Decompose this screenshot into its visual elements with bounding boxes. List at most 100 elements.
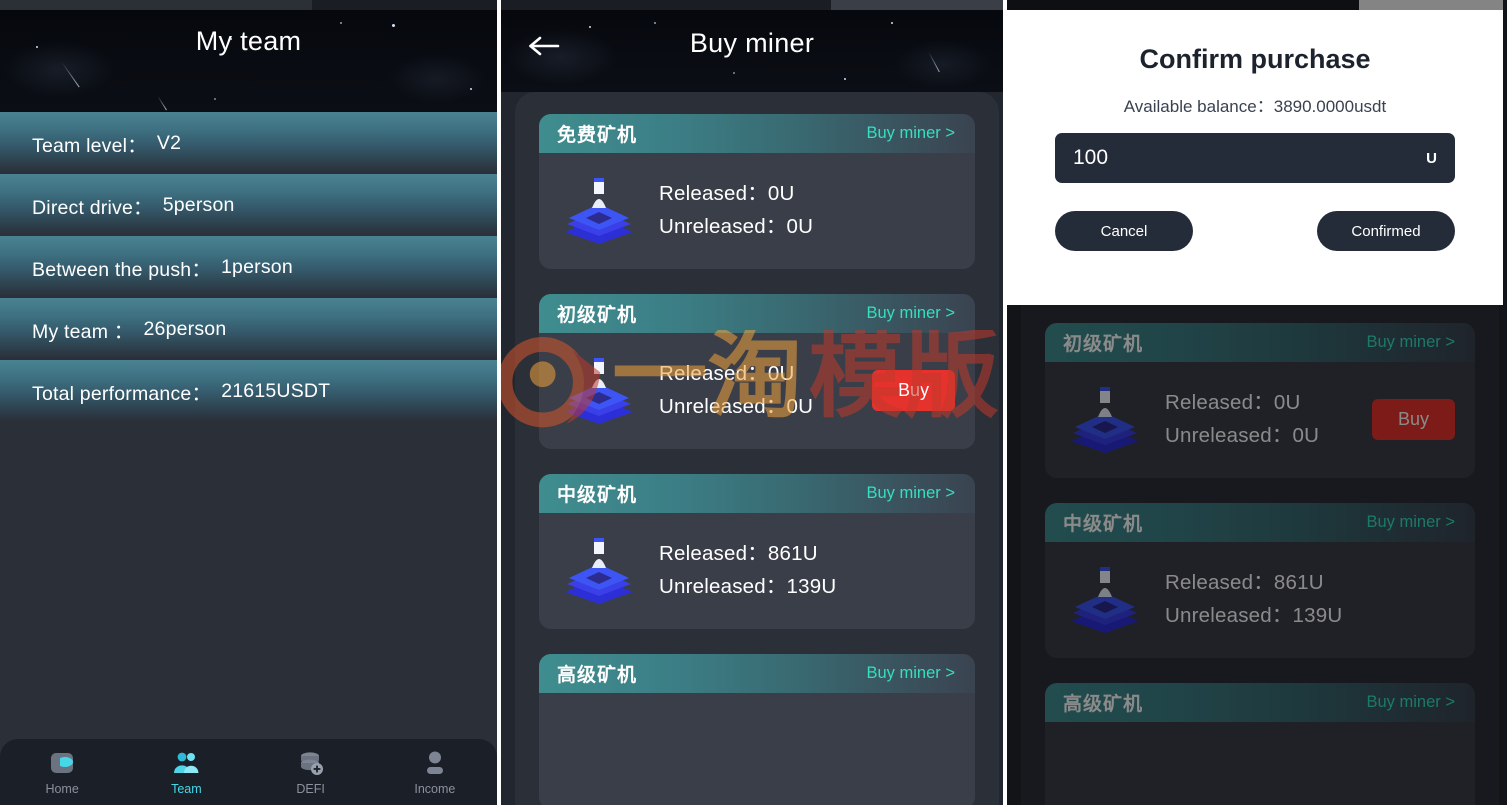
team-stat-row: Total performance： 21615USDT [0,360,497,422]
miner-name: 初级矿机 [1063,334,1144,355]
miner-card-body [1045,722,1475,805]
miner-card-header: 高级矿机 Buy miner > [539,654,975,693]
tab-home[interactable]: Home [0,748,124,796]
team-stat-row: Team level： V2 [0,112,497,174]
team-stat-value: 5person [162,193,235,216]
team-stat-row: Direct drive： 5person [0,174,497,236]
team-stat-label: My team ： [32,320,134,343]
miner-name: 初级矿机 [557,305,638,326]
unreleased-value: 0U [786,395,814,418]
team-stat-label: Team level： [32,134,147,157]
buy-miner-link[interactable]: Buy miner > [867,664,956,683]
released-value: 861U [1273,570,1324,594]
miner-stats: Released：861U Unreleased：139U [659,537,836,603]
team-stat-row: Between the push： 1person [0,236,497,298]
balance-value: 3890.0000usdt [1273,97,1387,116]
tab-label: Home [45,782,79,796]
released-value: 0U [767,361,795,385]
defi-icon [300,752,323,775]
released-label: Released： [659,361,768,385]
team-icon [174,752,199,773]
dialog-actions: Cancel Confirmed [1055,211,1455,251]
tab-label: DEFI [296,782,325,796]
miner-stats: Released：0U Unreleased：0U [1165,386,1319,452]
miner-card[interactable]: 初级矿机 Buy miner > Released：0U Unreleased：… [1045,323,1475,478]
miner-card-header: 高级矿机 Buy miner > [1045,683,1475,722]
page-title: My team [195,26,302,56]
cancel-button[interactable]: Cancel [1055,211,1193,251]
miner-card[interactable]: 初级矿机 Buy miner > Released：0U Unreleased：… [539,294,975,449]
team-stat-label: Total performance： [32,382,212,405]
status-bar [0,0,497,10]
tab-income[interactable]: Income [373,748,497,796]
buy-miner-link[interactable]: Buy miner > [867,124,956,143]
team-stat-row: My team ： 26person [0,298,497,360]
miner-card-header: 免费矿机 Buy miner > [539,114,975,153]
released-label: Released： [659,181,768,205]
miner-card[interactable]: 高级矿机 Buy miner > [1045,683,1475,805]
balance-label: Available balance： [1123,97,1274,116]
page-title: Buy miner [689,28,815,58]
miner-name: 免费矿机 [557,125,638,146]
buy-miner-link[interactable]: Buy miner > [867,484,956,503]
unreleased-label: Unreleased： [659,575,787,598]
screenshot-stage: My team Team level： V2 Direct drive： 5pe… [0,0,1507,805]
unreleased-label: Unreleased： [1165,604,1293,627]
miner-card-header: 初级矿机 Buy miner > [1045,323,1475,362]
amount-value[interactable]: 100 [1073,146,1426,170]
person-icon [426,751,443,774]
confirm-button[interactable]: Confirmed [1317,211,1455,251]
miner-name: 高级矿机 [557,665,638,686]
status-bar [501,0,1003,10]
released-value: 0U [1273,390,1301,414]
buy-button[interactable]: Buy [871,369,955,411]
miner-stats: Released：861U Unreleased：139U [1165,566,1342,632]
status-bar [1007,0,1503,10]
unreleased-label: Unreleased： [1165,424,1293,447]
unreleased-value: 0U [1292,424,1320,447]
miner-rig-icon [565,178,633,244]
buy-miner-link[interactable]: Buy miner > [1367,513,1456,532]
miner-card[interactable]: 免费矿机 Buy miner > Released：0U Unreleased：… [539,114,975,269]
unreleased-value: 0U [786,215,814,238]
buy-miner-header: Buy miner [501,0,1003,92]
miner-card-body: Released：861U Unreleased：139U [539,513,975,629]
miner-card-body: Released：861U Unreleased：139U [1045,542,1475,658]
buy-miner-link[interactable]: Buy miner > [867,304,956,323]
miner-card-header: 初级矿机 Buy miner > [539,294,975,333]
team-stat-value: V2 [156,131,182,154]
team-stat-value: 26person [143,317,227,340]
team-empty-area [0,422,497,792]
miner-stats: Released：0U Unreleased：0U [659,177,813,243]
amount-input[interactable]: 100 U [1055,133,1455,183]
buy-miner-link[interactable]: Buy miner > [1367,333,1456,352]
miner-stats: Released：0U Unreleased：0U [659,357,813,423]
released-value: 0U [767,181,795,205]
confirm-purchase-dialog: Confirm purchase Available balance：3890.… [1007,10,1503,305]
tab-label: Team [171,782,202,796]
buy-miner-link[interactable]: Buy miner > [1367,693,1456,712]
miner-card-body [539,693,975,805]
unreleased-label: Unreleased： [659,395,787,418]
tab-defi[interactable]: DEFI [249,748,373,796]
back-button[interactable] [527,34,561,58]
tab-label: Income [414,782,456,796]
unreleased-value: 139U [1292,604,1343,627]
team-stat-value: 1person [221,255,293,278]
unreleased-value: 139U [786,575,837,598]
miner-rig-icon [1071,387,1139,453]
team-stats-list: Team level： V2 Direct drive： 5person Bet… [0,112,497,422]
bottom-tab-bar: Home Team DEFI Income [0,739,497,805]
team-stat-value: 21615USDT [221,379,331,402]
miner-card-body: Released：0U Unreleased：0U Buy [1045,362,1475,478]
miner-name: 中级矿机 [557,485,638,506]
buy-button[interactable]: Buy [1371,398,1455,440]
team-stat-label: Between the push： [32,258,212,281]
miner-card[interactable]: 中级矿机 Buy miner > Released：861U Unrelease… [1045,503,1475,658]
miner-card[interactable]: 中级矿机 Buy miner > Released：861U Unrelease… [539,474,975,629]
released-label: Released： [1165,390,1274,414]
miner-card[interactable]: 高级矿机 Buy miner > [539,654,975,805]
tab-team[interactable]: Team [124,748,248,796]
released-label: Released： [659,541,768,565]
miner-card-body: Released：0U Unreleased：0U [539,153,975,269]
